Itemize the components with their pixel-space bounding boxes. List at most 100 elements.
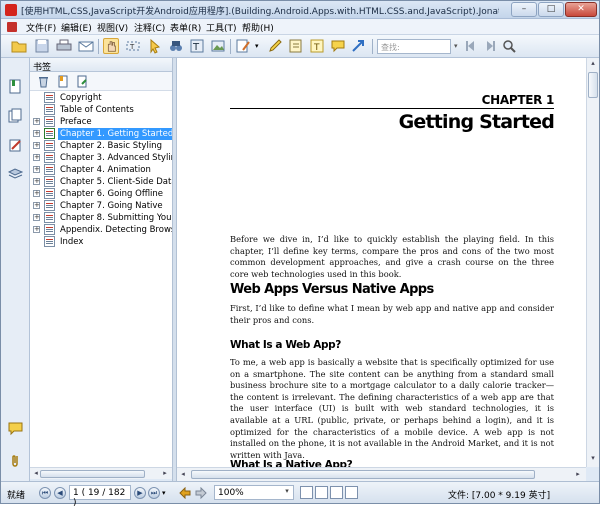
bookmark-item-chapter-5[interactable]: + Chapter 5. Client-Side Data Sto xyxy=(30,176,172,188)
expand-toggle[interactable]: + xyxy=(33,154,40,161)
bookmark-item-chapter-1[interactable]: + Chapter 1. Getting Started xyxy=(30,128,172,140)
first-page-button[interactable]: ⏮ xyxy=(39,487,51,499)
scrollbar-thumb[interactable] xyxy=(40,470,145,478)
bookmark-page-icon xyxy=(44,152,55,163)
comment-icon[interactable] xyxy=(330,38,346,54)
bookmarks-horizontal-scrollbar[interactable]: ◂ ▸ xyxy=(30,467,172,479)
select-arrow-icon[interactable] xyxy=(147,38,163,54)
highlighter-icon[interactable] xyxy=(267,38,283,54)
last-page-button[interactable]: ⏭ xyxy=(148,487,160,499)
next-page-button[interactable]: ▶ xyxy=(134,487,146,499)
dropdown-arrow-icon[interactable]: ▾ xyxy=(255,42,259,50)
expand-toggle[interactable]: + xyxy=(33,166,40,173)
expand-toggle[interactable]: + xyxy=(33,226,40,233)
expand-toggle[interactable]: + xyxy=(33,118,40,125)
scroll-left-arrow-icon[interactable]: ◂ xyxy=(177,470,189,478)
scroll-right-arrow-icon[interactable]: ▸ xyxy=(572,470,584,478)
menu-tools[interactable]: 工具(T) xyxy=(206,21,237,34)
menu-form[interactable]: 表单(R) xyxy=(170,21,201,34)
magnifier-icon[interactable] xyxy=(501,38,517,54)
print-icon[interactable] xyxy=(56,38,72,54)
bookmark-item-index[interactable]: Index xyxy=(30,236,172,248)
menu-view[interactable]: 视图(V) xyxy=(97,21,128,34)
continuous-view-icon[interactable] xyxy=(315,486,328,499)
back-arrow-icon[interactable] xyxy=(179,487,191,499)
search-input[interactable]: 查找: xyxy=(377,39,451,54)
menu-edit[interactable]: 编辑(E) xyxy=(61,21,92,34)
bookmark-page-icon xyxy=(44,224,55,235)
binoculars-icon[interactable] xyxy=(168,38,184,54)
window-title: [使用HTML,CSS,JavaScript开发Android应用程序].(Bu… xyxy=(21,7,499,17)
bookmark-item-chapter-4[interactable]: + Chapter 4. Animation xyxy=(30,164,172,176)
page-number-field[interactable]: 1 ( 19 / 182 ) xyxy=(69,485,131,508)
expand-toggle[interactable]: + xyxy=(33,214,40,221)
expand-toggle[interactable]: + xyxy=(33,130,40,137)
maximize-button[interactable]: □ xyxy=(538,2,564,17)
bookmarks-panel-icon[interactable] xyxy=(8,79,23,94)
layers-panel-icon[interactable] xyxy=(8,166,23,181)
bookmark-properties-icon[interactable] xyxy=(76,75,89,88)
expand-toggle[interactable]: + xyxy=(33,178,40,185)
menu-help[interactable]: 帮助(H) xyxy=(242,21,274,34)
text-box-icon[interactable]: T xyxy=(309,38,325,54)
annotations-panel-icon[interactable] xyxy=(8,138,23,153)
status-bar: 就绪 ⏮ ◀ 1 ( 19 / 182 ) ▶ ⏭ ▾ 100% ▾ 文件: [… xyxy=(1,481,599,508)
close-button[interactable]: ✕ xyxy=(565,2,597,17)
page-menu-arrow-icon[interactable]: ▾ xyxy=(162,489,166,497)
search-previous-icon[interactable] xyxy=(463,38,479,54)
attachment-icon[interactable] xyxy=(8,453,23,468)
bookmark-item-chapter-6[interactable]: + Chapter 6. Going Offline xyxy=(30,188,172,200)
expand-toggle[interactable]: + xyxy=(33,190,40,197)
document-vertical-scrollbar[interactable]: ▴ ▾ xyxy=(586,58,599,467)
note-edit-icon[interactable] xyxy=(288,38,304,54)
expand-toggle[interactable]: + xyxy=(33,202,40,209)
forward-arrow-icon[interactable] xyxy=(195,487,207,499)
bookmark-item-chapter-3[interactable]: + Chapter 3. Advanced Styling xyxy=(30,152,172,164)
menu-comment[interactable]: 注释(C) xyxy=(134,21,165,34)
edit-document-icon[interactable] xyxy=(235,38,251,54)
scroll-down-arrow-icon[interactable]: ▾ xyxy=(587,454,599,462)
single-page-view-icon[interactable] xyxy=(300,486,313,499)
text-tool-icon[interactable]: T xyxy=(189,38,205,54)
bookmark-item-chapter-7[interactable]: + Chapter 7. Going Native xyxy=(30,200,172,212)
expand-toggle[interactable]: + xyxy=(33,142,40,149)
arrow-tool-icon[interactable] xyxy=(350,38,366,54)
bookmark-page-icon xyxy=(44,176,55,187)
open-folder-icon[interactable] xyxy=(11,38,27,54)
bookmark-item-chapter-8[interactable]: + Chapter 8. Submitting Your Ap xyxy=(30,212,172,224)
save-icon[interactable] xyxy=(34,38,50,54)
facing-pages-view-icon[interactable] xyxy=(330,486,343,499)
search-dropdown-icon[interactable]: ▾ xyxy=(454,42,458,50)
scroll-right-arrow-icon[interactable]: ▸ xyxy=(159,469,171,477)
bookmark-item-appendix[interactable]: + Appendix. Detecting Browsers xyxy=(30,224,172,236)
scrollbar-thumb[interactable] xyxy=(191,470,535,479)
menu-bar: 文件(F) 编辑(E) 视图(V) 注释(C) 表单(R) 工具(T) 帮助(H… xyxy=(1,19,599,35)
bookmark-item-toc[interactable]: Table of Contents xyxy=(30,104,172,116)
bookmark-item-chapter-2[interactable]: + Chapter 2. Basic Styling xyxy=(30,140,172,152)
bookmark-item-preface[interactable]: + Preface xyxy=(30,116,172,128)
hand-tool-icon[interactable] xyxy=(103,38,119,54)
bookmark-page-icon xyxy=(44,140,55,151)
delete-bookmark-icon[interactable] xyxy=(37,75,50,88)
previous-page-button[interactable]: ◀ xyxy=(54,487,66,499)
new-bookmark-icon[interactable] xyxy=(57,75,70,88)
text-select-icon[interactable]: T xyxy=(125,38,141,54)
zoom-value: 100% xyxy=(218,488,244,498)
bookmark-item-copyright[interactable]: Copyright xyxy=(30,92,172,104)
pages-panel-icon[interactable] xyxy=(8,108,23,123)
continuous-facing-view-icon[interactable] xyxy=(345,486,358,499)
comments-panel-icon[interactable] xyxy=(8,421,23,436)
search-next-icon[interactable] xyxy=(482,38,498,54)
bookmark-page-icon xyxy=(44,188,55,199)
zoom-select[interactable]: 100% ▾ xyxy=(214,485,294,500)
chapter-title: Getting Started xyxy=(398,111,555,133)
scroll-up-arrow-icon[interactable]: ▴ xyxy=(587,59,599,67)
image-tool-icon[interactable] xyxy=(210,38,226,54)
scrollbar-thumb[interactable] xyxy=(588,72,598,98)
zoom-dropdown-icon[interactable]: ▾ xyxy=(282,487,292,498)
minimize-button[interactable]: – xyxy=(511,2,537,17)
menu-file[interactable]: 文件(F) xyxy=(26,21,56,34)
document-horizontal-scrollbar[interactable]: ◂ ▸ xyxy=(177,467,586,481)
email-icon[interactable] xyxy=(78,38,94,54)
document-icon xyxy=(7,22,17,32)
